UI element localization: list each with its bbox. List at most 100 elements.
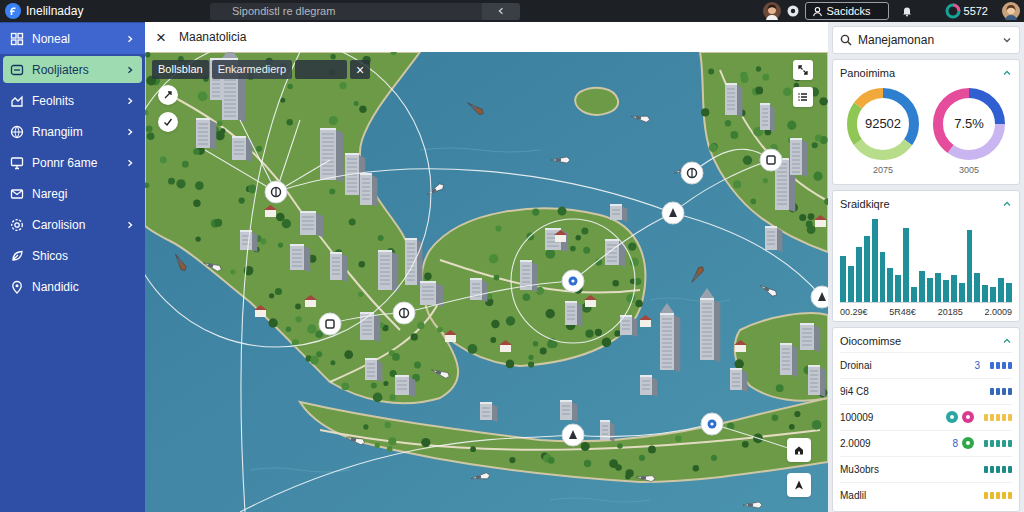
sidebar-item[interactable]: Ponnr 6ame xyxy=(0,147,145,178)
sidebar-item-row[interactable]: Rnangiim xyxy=(3,118,142,145)
chevron-right-icon xyxy=(125,158,135,168)
search-input[interactable] xyxy=(210,3,482,20)
donut-arc xyxy=(852,93,914,155)
list: Droinai39i4 C81000092.00098Mu3obrsMadlil xyxy=(840,352,1012,508)
brand: Inelilnaday xyxy=(0,2,210,20)
map-pin-icon[interactable] xyxy=(760,149,782,171)
list-row[interactable]: Mu3obrs xyxy=(840,456,1012,482)
sidebar-item[interactable]: Naregi xyxy=(0,178,145,209)
sidebar-item-row[interactable]: Naregi xyxy=(3,180,142,207)
chevron-up-icon[interactable] xyxy=(1002,68,1012,78)
land-area xyxy=(575,88,618,115)
chevron-up-icon[interactable] xyxy=(1002,336,1012,346)
sidebar-label: Rnangiim xyxy=(32,123,83,141)
map-pin-icon[interactable] xyxy=(662,202,684,224)
logo-icon[interactable] xyxy=(5,3,21,19)
map-pin-icon[interactable] xyxy=(681,162,703,184)
chevron-right-icon xyxy=(125,96,135,106)
sidebar-item-row[interactable]: Ponnr 6ame xyxy=(3,149,142,176)
trees xyxy=(145,52,828,479)
level-pip xyxy=(996,492,1000,499)
list-row[interactable]: 2.00098 xyxy=(840,430,1012,456)
sidebar-item-row[interactable]: Noneal xyxy=(3,25,142,52)
level-pip xyxy=(996,466,1000,473)
navigate-icon[interactable] xyxy=(787,473,811,497)
list-icon[interactable] xyxy=(793,87,813,107)
notification-icon[interactable] xyxy=(901,5,913,17)
sidebar-item[interactable]: Shicos xyxy=(0,240,145,271)
chevron-up-icon[interactable] xyxy=(1002,199,1012,209)
bar xyxy=(943,280,949,301)
user-badge[interactable]: 5572 xyxy=(945,3,988,20)
sidebar-item-row[interactable]: Feolnits xyxy=(3,87,142,114)
sidebar-item-row[interactable]: Shicos xyxy=(3,242,142,269)
bar xyxy=(895,275,901,301)
bar xyxy=(935,273,941,301)
map-pin-icon[interactable] xyxy=(701,413,723,435)
home-icon[interactable] xyxy=(787,438,811,462)
panel-search[interactable] xyxy=(832,26,1020,54)
check-icon[interactable] xyxy=(158,112,178,132)
chevron-down-icon[interactable] xyxy=(1002,35,1012,45)
sidebar-item-row[interactable]: Carolision xyxy=(3,211,142,238)
map-filter-box[interactable] xyxy=(295,60,347,79)
avatar-icon[interactable] xyxy=(763,2,781,20)
sidebar-item[interactable]: Nandidic xyxy=(0,271,145,302)
panel-search-input[interactable] xyxy=(858,31,996,49)
sidebar-item[interactable]: Carolision xyxy=(0,209,145,240)
sidebar-item-row[interactable]: Nandidic xyxy=(3,273,142,300)
sidebar-item[interactable]: Feolnits xyxy=(0,85,145,116)
level-pip xyxy=(1008,466,1012,473)
road xyxy=(330,300,440,382)
sidebar-item-row[interactable]: Rooljiaters xyxy=(3,56,142,83)
map-pin-icon[interactable] xyxy=(393,302,415,324)
card-header: Panoimima xyxy=(840,65,1012,82)
clear-button[interactable]: × xyxy=(350,60,370,79)
bar xyxy=(911,287,917,301)
sidebar: Noneal Rooljiaters Feolnits Rnangiim Ponnr 6… xyxy=(0,22,145,512)
list-row[interactable]: 100009 xyxy=(840,404,1012,430)
expand-icon[interactable] xyxy=(793,60,813,80)
map-pin-icon[interactable] xyxy=(562,270,584,292)
account-button[interactable]: Sacidcks xyxy=(805,2,889,20)
level-pip xyxy=(996,388,1000,395)
chevron-left-icon[interactable] xyxy=(482,3,520,20)
map-pin-icon[interactable] xyxy=(811,286,828,308)
level-pip xyxy=(984,466,988,473)
locate-icon[interactable] xyxy=(158,85,178,105)
top-search[interactable] xyxy=(210,3,520,20)
list-row[interactable]: Droinai3 xyxy=(840,352,1012,378)
avatar-icon[interactable] xyxy=(1002,2,1020,20)
level-pip xyxy=(1008,440,1012,447)
map-pin-icon[interactable] xyxy=(562,424,584,446)
donut: 92502 xyxy=(845,86,921,162)
level-pip xyxy=(984,492,988,499)
user-badge-count: 5572 xyxy=(964,3,988,20)
pip-group xyxy=(990,362,1012,369)
land-area xyxy=(422,208,646,366)
status-icon[interactable] xyxy=(787,5,799,17)
row-value: 8 xyxy=(952,436,958,451)
map-canvas[interactable] xyxy=(145,52,828,512)
map[interactable]: BollsblanEnkarmedierp × xyxy=(145,52,828,512)
sidebar-item[interactable]: Rooljiaters xyxy=(0,54,145,85)
pip-group xyxy=(984,440,1012,447)
list-row[interactable]: Madlil xyxy=(840,482,1012,508)
bar xyxy=(974,273,980,301)
map-pin-icon[interactable] xyxy=(265,181,287,203)
layer-chip[interactable]: Bollsblan xyxy=(152,60,209,79)
level-pip xyxy=(984,414,988,421)
map-filter-field[interactable]: Enkarmedierp xyxy=(212,60,292,79)
buildings xyxy=(196,52,827,442)
axis-tick: 5R48€ xyxy=(889,306,916,320)
sidebar-item[interactable]: Noneal xyxy=(0,23,145,54)
close-button[interactable]: × xyxy=(156,29,170,46)
donut-arc xyxy=(938,93,1000,155)
bar xyxy=(1006,283,1012,302)
list-row[interactable]: 9i4 C8 xyxy=(840,378,1012,404)
right-panel: Panoimima9250220757.5%3005Sraidkiqre00.2… xyxy=(828,22,1024,512)
road xyxy=(160,90,400,330)
sidebar-item[interactable]: Rnangiim xyxy=(0,116,145,147)
map-pin-icon[interactable] xyxy=(319,313,341,335)
level-pip xyxy=(1008,362,1012,369)
